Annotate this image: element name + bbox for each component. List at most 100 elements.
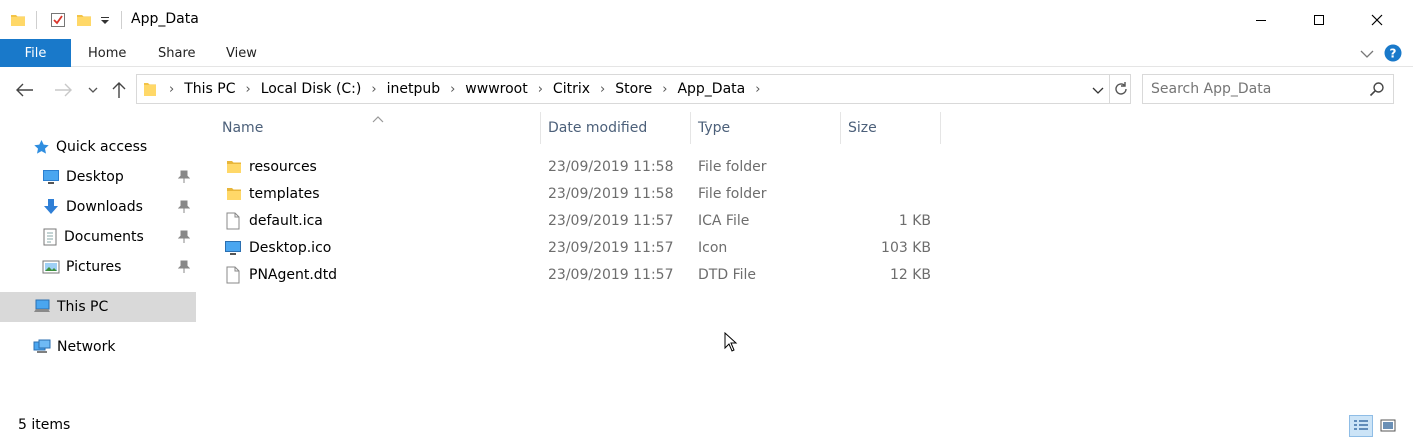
- large-icons-view-button[interactable]: [1376, 415, 1400, 437]
- sidebar-item-label: Desktop: [66, 169, 124, 185]
- search-box[interactable]: [1142, 74, 1394, 104]
- status-bar: 5 items: [0, 410, 1413, 442]
- sidebar-item-label: This PC: [57, 299, 109, 315]
- new-folder-icon[interactable]: [76, 10, 92, 30]
- table-row[interactable]: templates 23/09/2019 11:58 File folder: [222, 180, 942, 207]
- pin-icon[interactable]: [177, 260, 191, 278]
- customize-toolbar-icon[interactable]: [100, 10, 110, 30]
- maximize-button[interactable]: [1290, 0, 1348, 39]
- address-dropdown-icon[interactable]: [1092, 84, 1104, 100]
- breadcrumb-app-data[interactable]: App_Data: [673, 81, 749, 97]
- help-icon[interactable]: ?: [1384, 44, 1402, 66]
- breadcrumb-store[interactable]: Store: [611, 81, 656, 97]
- breadcrumb-local-disk[interactable]: Local Disk (C:): [257, 81, 366, 97]
- table-row[interactable]: resources 23/09/2019 11:58 File folder: [222, 153, 942, 180]
- sidebar-item-desktop[interactable]: Desktop: [0, 162, 196, 192]
- forward-arrow-icon: [55, 83, 72, 97]
- chevron-right-icon[interactable]: ›: [749, 82, 766, 97]
- breadcrumb-wwwroot[interactable]: wwwroot: [461, 81, 531, 97]
- details-view-icon: [1354, 420, 1368, 430]
- tab-home[interactable]: Home: [88, 39, 126, 67]
- file-icon: [226, 261, 240, 288]
- file-name[interactable]: resources: [249, 153, 317, 180]
- refresh-icon[interactable]: [1113, 81, 1129, 101]
- table-row[interactable]: default.ica 23/09/2019 11:57 ICA File 1 …: [222, 207, 942, 234]
- ribbon: File Home Share View ?: [0, 39, 1413, 67]
- up-button[interactable]: [110, 79, 128, 101]
- chevron-right-icon[interactable]: ›: [365, 82, 382, 97]
- desktop-icon: [42, 169, 60, 185]
- sidebar-item-this-pc[interactable]: This PC: [0, 292, 196, 322]
- sidebar-item-label: Network: [57, 339, 116, 355]
- file-name[interactable]: templates: [249, 180, 320, 207]
- column-header-size[interactable]: Size: [848, 112, 877, 144]
- close-icon: [1371, 14, 1383, 25]
- sidebar-item-downloads[interactable]: Downloads: [0, 192, 196, 222]
- pin-icon[interactable]: [177, 170, 191, 188]
- back-button[interactable]: [14, 79, 36, 101]
- sidebar-item-quick-access[interactable]: Quick access: [0, 132, 196, 162]
- folder-icon: [226, 180, 242, 207]
- chevron-right-icon[interactable]: ›: [239, 82, 256, 97]
- tab-share[interactable]: Share: [158, 39, 196, 67]
- pin-icon[interactable]: [177, 230, 191, 248]
- computer-icon: [33, 299, 51, 315]
- file-type: Icon: [698, 239, 728, 256]
- window-title: App_Data: [131, 11, 199, 27]
- file-size: 103 KB: [881, 239, 931, 256]
- recent-locations-button[interactable]: [86, 79, 100, 101]
- expand-ribbon-icon[interactable]: [1360, 47, 1374, 63]
- chevron-right-icon[interactable]: ›: [656, 82, 673, 97]
- file-date: 23/09/2019 11:57: [548, 266, 674, 283]
- close-button[interactable]: [1348, 0, 1406, 39]
- breadcrumb-inetpub[interactable]: inetpub: [383, 81, 445, 97]
- table-row[interactable]: Desktop.ico 23/09/2019 11:57 Icon 103 KB: [222, 234, 942, 261]
- breadcrumb: › This PC › Local Disk (C:) › inetpub › …: [137, 75, 766, 103]
- table-row[interactable]: PNAgent.dtd 23/09/2019 11:57 DTD File 12…: [222, 261, 942, 288]
- address-bar[interactable]: › This PC › Local Disk (C:) › inetpub › …: [136, 74, 1131, 104]
- chevron-right-icon[interactable]: ›: [532, 82, 549, 97]
- forward-button[interactable]: [52, 79, 74, 101]
- pictures-icon: [42, 259, 60, 275]
- folder-icon: [143, 81, 157, 97]
- file-name[interactable]: default.ica: [249, 207, 323, 234]
- documents-icon: [42, 228, 58, 246]
- sidebar-item-label: Documents: [64, 229, 144, 245]
- up-arrow-icon: [112, 82, 126, 98]
- file-date: 23/09/2019 11:58: [548, 185, 674, 202]
- back-arrow-icon: [16, 83, 33, 97]
- navigation-pane: Quick access Desktop Downloads Documents: [0, 112, 198, 410]
- minimize-button[interactable]: [1232, 0, 1290, 39]
- column-header-type[interactable]: Type: [698, 112, 730, 144]
- file-size: [848, 180, 931, 207]
- sidebar-item-label: Quick access: [56, 139, 148, 155]
- column-header-name[interactable]: Name: [222, 112, 263, 144]
- vertical-scrollbar[interactable]: [1396, 112, 1413, 410]
- file-name[interactable]: Desktop.ico: [249, 234, 331, 261]
- search-icon[interactable]: [1369, 81, 1385, 101]
- column-header-date-modified[interactable]: Date modified: [548, 112, 647, 144]
- sidebar-item-network[interactable]: Network: [0, 332, 196, 362]
- chevron-right-icon[interactable]: ›: [444, 82, 461, 97]
- properties-icon[interactable]: [50, 10, 66, 30]
- large-icons-view-icon: [1380, 419, 1396, 432]
- file-list: Name Date modified Type Size resources 2…: [200, 112, 1396, 410]
- breadcrumb-citrix[interactable]: Citrix: [549, 81, 594, 97]
- breadcrumb-this-pc[interactable]: This PC: [180, 81, 239, 97]
- pin-icon[interactable]: [177, 200, 191, 218]
- file-date: 23/09/2019 11:57: [548, 212, 674, 229]
- file-date: 23/09/2019 11:57: [548, 239, 674, 256]
- sidebar-item-pictures[interactable]: Pictures: [0, 252, 196, 282]
- minimize-icon: [1256, 19, 1266, 21]
- search-input[interactable]: [1151, 80, 1361, 98]
- sidebar-item-documents[interactable]: Documents: [0, 222, 196, 252]
- star-icon: [33, 139, 50, 155]
- file-type: File folder: [698, 158, 767, 175]
- file-icon: [226, 207, 240, 234]
- details-view-button[interactable]: [1349, 415, 1373, 437]
- tab-view[interactable]: View: [226, 39, 257, 67]
- chevron-right-icon[interactable]: ›: [163, 82, 180, 97]
- file-name[interactable]: PNAgent.dtd: [249, 261, 337, 288]
- tab-file[interactable]: File: [0, 39, 71, 67]
- chevron-right-icon[interactable]: ›: [594, 82, 611, 97]
